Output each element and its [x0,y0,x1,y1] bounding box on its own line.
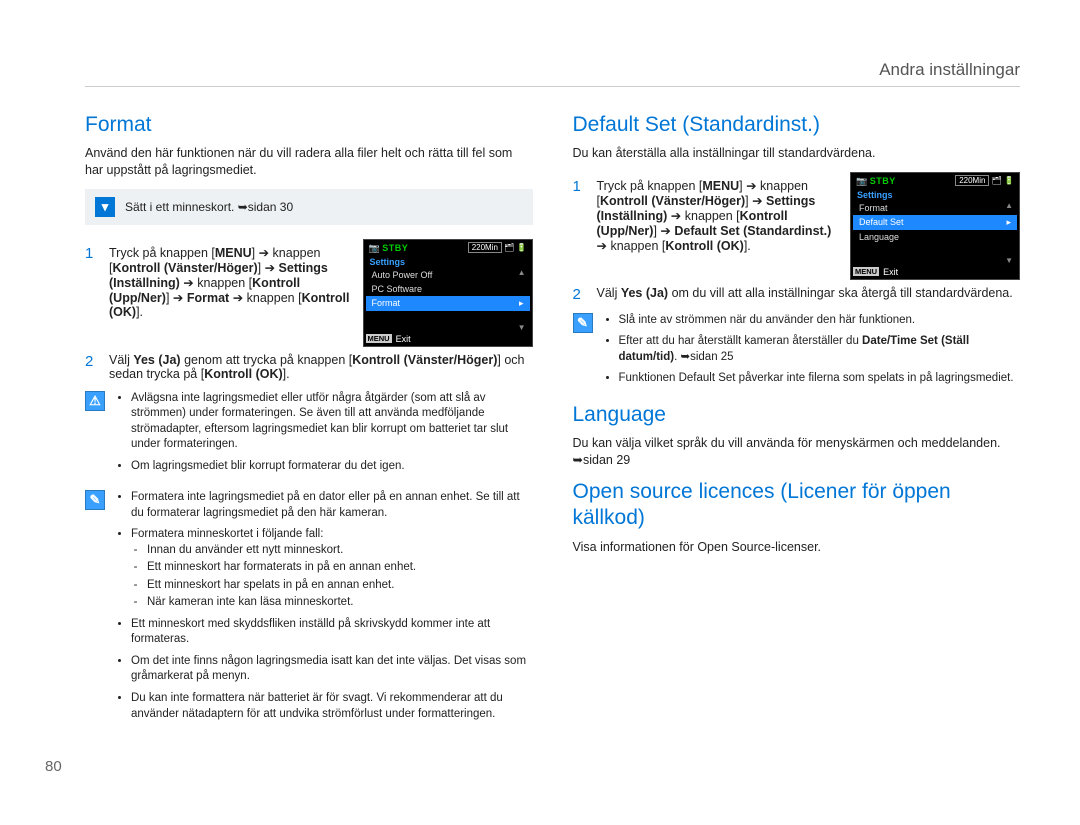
note-subitem: Ett minneskort har formaterats in på en … [147,560,533,576]
insert-card-note: ▾ Sätt i ett minneskort. ➥sidan 30 [85,189,533,225]
format-step1: 1 Tryck på knappen [MENU] ➔ knappen [Kon… [85,245,351,319]
page: Andra inställningar Format Använd den hä… [0,0,1080,825]
heading-default-set: Default Set (Standardinst.) [573,113,1021,137]
default-step2: 2 Välj Yes (Ja) om du vill att alla inst… [573,286,1021,303]
cam-footer: MENUExit [853,267,1017,277]
cam-menu-button-icon: MENU [366,334,392,343]
cam-settings-header: Settings [366,255,530,268]
step1-text: Tryck på knappen [MENU] ➔ knappen [Kontr… [597,178,839,253]
default-step1-row: 1 Tryck på knappen [MENU] ➔ knappen [Kon… [573,172,1021,280]
note-subitem: Ett minneskort har spelats in på en anna… [147,578,533,594]
note-item: Ett minneskort med skyddsfliken inställd… [131,617,533,648]
cam-item-language: Language [853,230,1017,244]
note-subitem: När kameran inte kan läsa minneskortet. [147,595,533,611]
note-icon: ✎ [85,490,105,510]
note-item: Efter att du har återställt kameran åter… [619,334,1021,365]
note-item: Slå inte av strömmen när du använder den… [619,313,1021,329]
note-box-default: ✎ Slå inte av strömmen när du använder d… [573,313,1021,393]
warn-item: Avlägsna inte lagringsmediet eller utför… [131,391,533,453]
scroll-arrows-icon: ▲▼ [518,268,526,332]
page-number: 80 [45,758,62,775]
note-item: Om det inte finns någon lagringsmedia is… [131,654,533,685]
cam-item-default-set-selected: Default Set▸ [853,215,1017,230]
note-item: Formatera minneskortet i följande fall: … [131,527,533,611]
format-step2: 2 Välj Yes (Ja) genom att trycka på knap… [85,353,533,381]
cam-settings-header: Settings [853,188,1017,201]
cam-footer: MENUExit [366,334,530,344]
warning-box: ⚠ Avlägsna inte lagringsmediet eller utf… [85,391,533,481]
step2-text: Välj Yes (Ja) om du vill att alla instäl… [597,286,1013,300]
camera-menu-default-set: 📷 STBY 220Min 🗂 🔋 Settings Format Defaul… [850,172,1020,280]
format-intro: Använd den här funktionen när du vill ra… [85,145,533,179]
note-item: Funktionen Default Set påverkar inte fil… [619,371,1021,387]
cam-item-auto-power-off: Auto Power Off [366,268,530,282]
warning-icon: ⚠ [85,391,105,411]
cam-menu-button-icon: MENU [853,267,879,276]
default-step1: 1 Tryck på knappen [MENU] ➔ knappen [Kon… [573,178,839,253]
cam-stby: STBY [870,176,896,186]
header-title: Andra inställningar [879,60,1020,79]
format-step1-row: 1 Tryck på knappen [MENU] ➔ knappen [Kon… [85,239,533,347]
language-text: Du kan välja vilket språk du vill använd… [573,435,1021,469]
default-set-intro: Du kan återställa alla inställningar til… [573,145,1021,162]
note-subitem: Innan du använder ett nytt minneskort. [147,543,533,559]
cam-item-pc-software: PC Software [366,282,530,296]
step-number: 2 [85,353,99,370]
page-header: Andra inställningar [85,60,1020,87]
cam-item-format-selected: Format▸ [366,296,530,311]
step-number: 1 [573,178,587,195]
note-icon: ✎ [573,313,593,333]
insert-card-text: Sätt i ett minneskort. ➥sidan 30 [125,200,293,214]
cam-item-format: Format [853,201,1017,215]
column-right: Default Set (Standardinst.) Du kan åters… [573,105,1021,738]
camera-menu-format: 📷 STBY 220Min 🗂 🔋 Settings Auto Power Of… [363,239,533,347]
cam-time: 220Min [468,242,502,253]
heading-format: Format [85,113,533,137]
step-number: 1 [85,245,99,262]
cam-time: 220Min [955,175,989,186]
scroll-arrows-icon: ▲▼ [1005,201,1013,265]
heading-open-source: Open source licences (Licener för öppen … [573,479,1021,532]
heading-language: Language [573,403,1021,427]
warn-item: Om lagringsmediet blir korrupt formatera… [131,459,533,475]
download-icon: ▾ [95,197,115,217]
step2-text: Välj Yes (Ja) genom att trycka på knappe… [109,353,533,381]
column-left: Format Använd den här funktionen när du … [85,105,533,738]
step-number: 2 [573,286,587,303]
cam-stby: STBY [382,243,408,253]
note-item: Formatera inte lagringsmediet på en dato… [131,490,533,521]
open-source-text: Visa informationen för Open Source-licen… [573,539,1021,556]
note-item: Du kan inte formattera när batteriet är … [131,691,533,722]
step1-text: Tryck på knappen [MENU] ➔ knappen [Kontr… [109,245,351,319]
note-box-format: ✎ Formatera inte lagringsmediet på en da… [85,490,533,728]
